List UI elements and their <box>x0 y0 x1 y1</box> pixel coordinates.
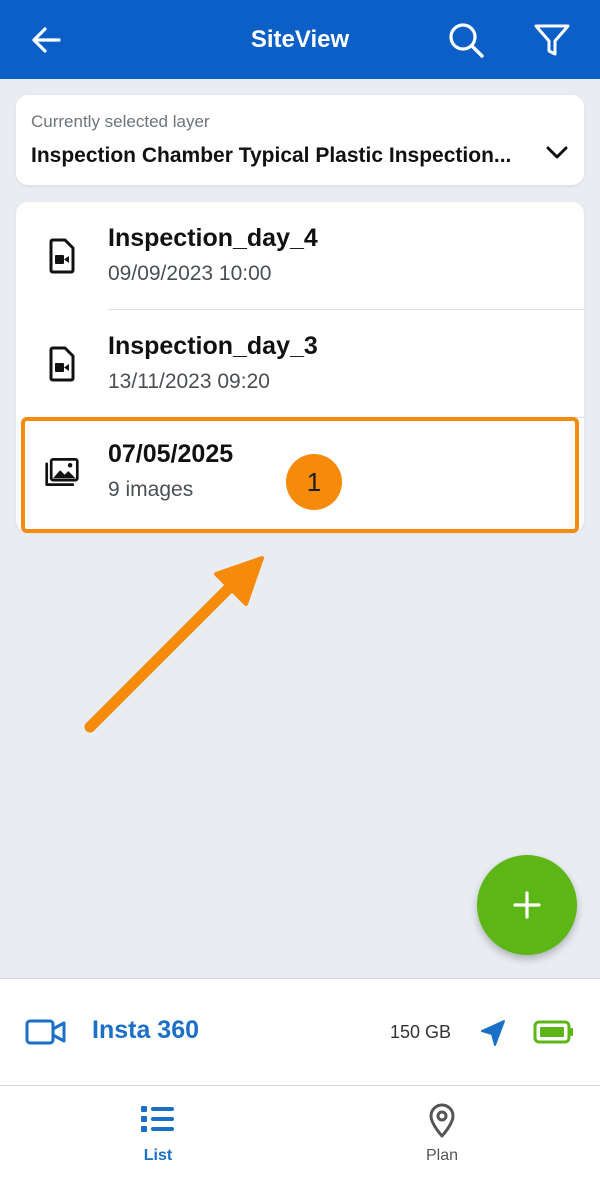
image-gallery-icon <box>44 452 80 492</box>
item-date: 09/09/2023 10:00 <box>108 262 272 285</box>
list-icon <box>141 1106 174 1132</box>
list-item[interactable]: Inspection_day_4 09/09/2023 10:00 <box>16 202 584 310</box>
layer-caption: Currently selected layer <box>31 112 210 131</box>
page-title: SiteView <box>250 25 350 53</box>
battery-icon <box>533 1020 573 1044</box>
navigation-arrow-icon <box>481 1020 505 1046</box>
add-button[interactable] <box>477 855 577 955</box>
filter-icon <box>534 24 570 56</box>
tab-list-label: List <box>143 1147 173 1164</box>
map-pin-icon <box>429 1103 455 1138</box>
video-file-icon <box>44 344 80 384</box>
tab-plan[interactable]: Plan <box>292 1086 592 1189</box>
item-date: 13/11/2023 09:20 <box>108 370 270 393</box>
video-file-icon <box>44 236 80 276</box>
chevron-down-icon[interactable] <box>542 141 572 165</box>
item-title: Inspection_day_4 <box>108 224 318 252</box>
app-header: SiteView <box>0 0 600 79</box>
plus-icon <box>513 891 541 919</box>
layer-value: Inspection Chamber Typical Plastic Inspe… <box>31 144 512 167</box>
search-button[interactable] <box>440 14 492 66</box>
arrow-back-icon <box>32 27 61 53</box>
search-icon <box>449 23 484 58</box>
tab-list[interactable]: List <box>8 1086 308 1189</box>
step-badge: 1 <box>286 454 342 510</box>
bottom-nav: List Plan <box>0 1085 600 1189</box>
tab-plan-label: Plan <box>425 1147 459 1164</box>
device-storage: 150 GB <box>390 1022 452 1042</box>
layer-selector[interactable]: Currently selected layer Inspection Cham… <box>16 95 584 185</box>
list-item[interactable]: Inspection_day_3 13/11/2023 09:20 <box>16 310 584 418</box>
item-title: Inspection_day_3 <box>108 332 318 360</box>
item-title: 07/05/2025 <box>108 440 234 468</box>
filter-button[interactable] <box>526 14 578 66</box>
video-camera-icon <box>25 1019 66 1045</box>
annotation-arrow <box>84 556 264 733</box>
device-status-bar[interactable]: Insta 360 150 GB <box>0 978 600 1085</box>
item-count: 9 images <box>108 478 194 501</box>
device-name: Insta 360 <box>92 1016 200 1044</box>
back-button[interactable] <box>20 14 72 66</box>
